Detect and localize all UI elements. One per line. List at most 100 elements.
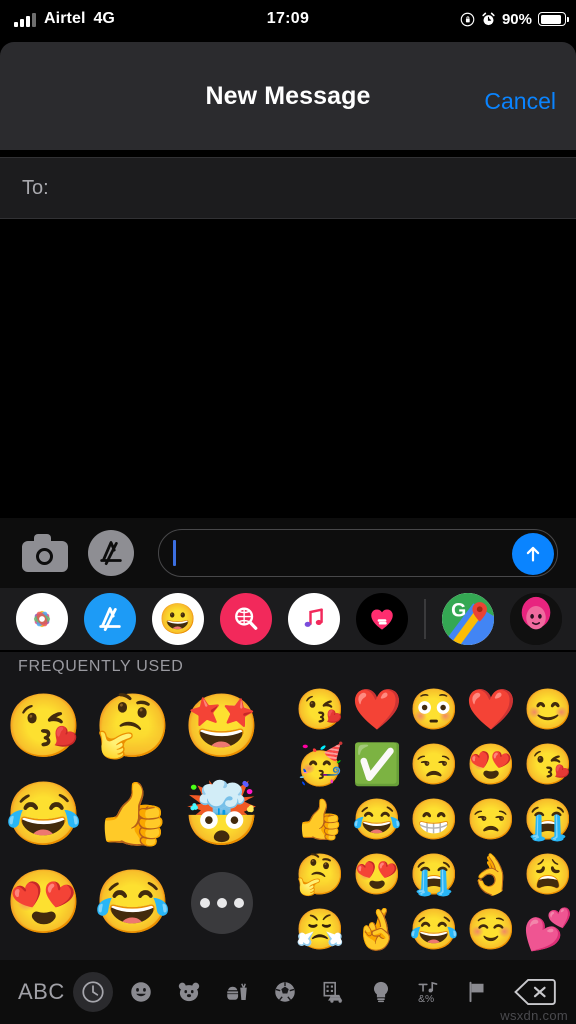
emoji-cell[interactable]: 😁	[406, 794, 462, 846]
text-cursor	[173, 540, 176, 566]
emoji-cell[interactable]: 😂	[349, 794, 405, 846]
battery-icon	[538, 12, 569, 26]
send-arrow-up-icon	[526, 546, 540, 562]
app-icon-digital-touch[interactable]	[356, 593, 408, 645]
emoji-cell[interactable]: 😭	[406, 849, 462, 901]
watermark: wsxdn.com	[500, 1008, 568, 1023]
section-title: FREQUENTLY USED	[18, 658, 184, 675]
category-animals-nature[interactable]	[169, 972, 209, 1012]
bear-icon	[178, 982, 199, 1002]
abc-key[interactable]: ABC	[18, 979, 65, 1005]
app-icon-google-maps[interactable]: G	[441, 593, 494, 645]
emoji-cell[interactable]: 👍	[292, 794, 348, 846]
memoji-stickers-icon: 😀	[159, 602, 197, 636]
app-store-icon[interactable]	[88, 530, 134, 576]
clock-icon	[82, 981, 104, 1003]
cancel-button[interactable]: Cancel	[484, 88, 556, 115]
apple-music-icon	[304, 608, 323, 627]
app-icon-memoji-stickers[interactable]: 😀	[152, 593, 204, 645]
memoji-laughing-tears-2[interactable]: 😂	[93, 863, 173, 943]
memoji-thumbs-up[interactable]: 👍	[93, 775, 173, 855]
car-building-icon	[323, 981, 343, 1003]
recipient-row[interactable]: To:	[0, 157, 576, 219]
category-symbols[interactable]: &%	[409, 972, 449, 1012]
app-icon-app-store[interactable]	[84, 593, 136, 645]
to-label: To:	[22, 176, 49, 199]
emoji-cell[interactable]: 😘	[292, 684, 348, 736]
smiley-icon	[131, 982, 151, 1002]
category-smileys-people[interactable]	[121, 972, 161, 1012]
app-store-glyph	[100, 541, 122, 566]
emoji-cell[interactable]: 😭	[520, 794, 576, 846]
emoji-cell[interactable]: 🥳	[292, 739, 348, 791]
emoji-cell[interactable]: ❤️	[463, 684, 519, 736]
battery-percent-label: 90%	[501, 10, 532, 28]
emoji-cell[interactable]: 🤔	[292, 849, 348, 901]
memoji-sticker-grid: 😘 🤔 🤩 😂 👍 🤯 😍 😂	[0, 682, 290, 960]
imessage-app-drawer[interactable]: 😀 G	[0, 588, 576, 650]
emoji-cell[interactable]: 😳	[406, 684, 462, 736]
message-input-wrapper[interactable]	[158, 529, 558, 577]
status-bar: Airtel 4G 17:09 90%	[0, 0, 576, 38]
emoji-cell[interactable]: 🤞	[349, 904, 405, 956]
delete-backspace-icon	[514, 979, 556, 1005]
emoji-grid: 😘 ❤️ 😳 ❤️ 😊 🥳 ✅ 😒 😍 😘 👍 😂 😁 😒 😭 🤔 😍 😭 👌 😩 😤 🤞 😂 ☺️ 💕	[292, 682, 576, 960]
compose-bar	[0, 518, 576, 588]
memoji-mind-blown[interactable]: 🤯	[182, 775, 262, 855]
app-icon-music[interactable]	[288, 593, 340, 645]
emoji-cell[interactable]: 💕	[520, 904, 576, 956]
soccer-ball-icon	[275, 982, 295, 1002]
memoji-pink-icon	[509, 593, 562, 645]
app-icon-memoji-pink[interactable]	[509, 593, 562, 645]
emoji-cell[interactable]: 😍	[463, 739, 519, 791]
emoji-cell[interactable]: 😍	[349, 849, 405, 901]
more-stickers-button[interactable]	[182, 863, 262, 943]
memoji-thinking[interactable]: 🤔	[93, 687, 173, 767]
memoji-laughing-tears[interactable]: 😂	[4, 775, 84, 855]
category-travel-places[interactable]	[313, 972, 353, 1012]
memoji-heart-eyes[interactable]: 😍	[4, 863, 84, 943]
svg-text:G: G	[451, 599, 466, 621]
digital-touch-heart-icon	[371, 609, 393, 630]
emoji-cell[interactable]: 😒	[463, 794, 519, 846]
more-dots-icon	[191, 872, 253, 934]
category-food-drink[interactable]	[217, 972, 257, 1012]
emoji-cell[interactable]: 😘	[520, 739, 576, 791]
conversation-area	[0, 220, 576, 518]
emoji-keyboard-toolbar: ABC &% wsxdn.com	[0, 960, 576, 1024]
drawer-divider	[424, 599, 426, 639]
emoji-cell[interactable]: 👌	[463, 849, 519, 901]
photos-icon	[33, 610, 51, 628]
emoji-panel: 😘 🤔 🤩 😂 👍 🤯 😍 😂 😘 ❤️ 😳 ❤️ 😊 🥳 ✅ 😒 😍 😘 👍 😂 😁 😒 😭 🤔 😍 😭 👌 😩 😤 🤞 😂 ☺️ 💕	[0, 682, 576, 960]
lightbulb-icon	[373, 981, 388, 1003]
emoji-cell[interactable]: 😊	[520, 684, 576, 736]
messages-new-message-screen: Airtel 4G 17:09 90% New Message Cancel T…	[0, 0, 576, 1024]
emoji-cell[interactable]: 😂	[406, 904, 462, 956]
app-store-icon	[99, 607, 121, 632]
memoji-wink-kiss-heart[interactable]: 😘	[4, 687, 84, 767]
message-input[interactable]	[181, 530, 501, 576]
google-maps-icon: G	[441, 593, 494, 645]
app-icon-photos[interactable]	[16, 593, 68, 645]
memoji-star-struck[interactable]: 🤩	[182, 687, 262, 767]
category-activity[interactable]	[265, 972, 305, 1012]
app-icon-images[interactable]	[220, 593, 272, 645]
camera-icon[interactable]	[22, 534, 68, 572]
emoji-cell[interactable]: 😩	[520, 849, 576, 901]
svg-text:&%: &%	[418, 994, 434, 1005]
delete-key[interactable]	[514, 977, 556, 1007]
emoji-cell[interactable]: ✅	[349, 739, 405, 791]
send-button[interactable]	[512, 533, 554, 575]
emoji-cell[interactable]: ❤️	[349, 684, 405, 736]
emoji-cell[interactable]: 😤	[292, 904, 348, 956]
status-bar-right: 90%	[460, 10, 569, 28]
images-search-icon	[235, 607, 258, 630]
emoji-cell[interactable]: 😒	[406, 739, 462, 791]
section-header: FREQUENTLY USED	[0, 652, 576, 682]
symbols-icon: &%	[418, 981, 438, 1005]
category-flags[interactable]	[457, 972, 497, 1012]
category-recents[interactable]	[72, 972, 113, 1012]
food-icon	[227, 983, 247, 1001]
emoji-cell[interactable]: ☺️	[463, 904, 519, 956]
category-objects[interactable]	[361, 972, 401, 1012]
